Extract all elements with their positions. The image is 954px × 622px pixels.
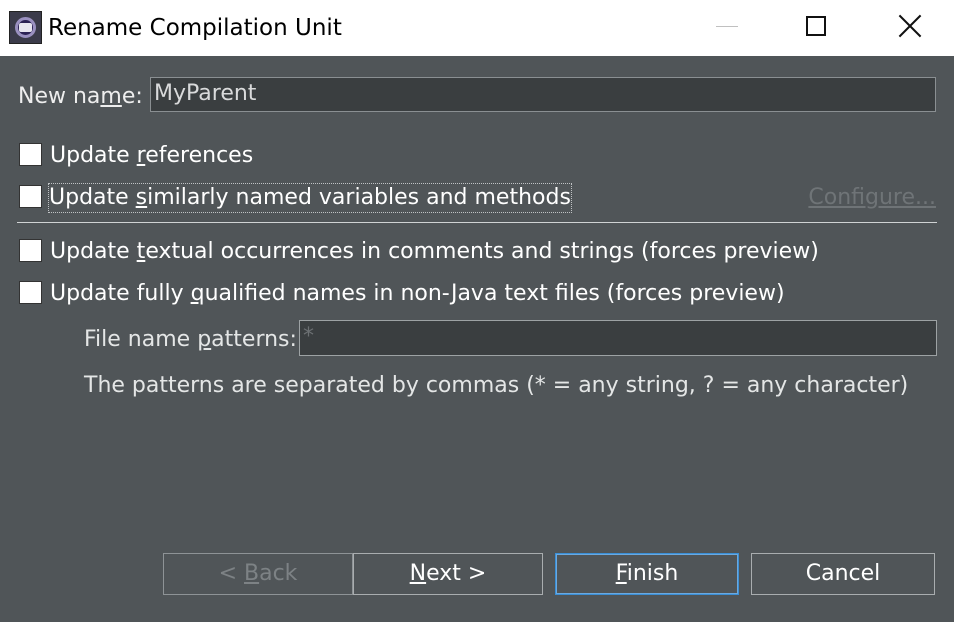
update-qualified-names-checkbox[interactable] (19, 281, 42, 304)
update-references-checkbox[interactable] (19, 143, 42, 166)
finish-button[interactable]: Finish (555, 553, 739, 595)
finish-button-post: inish (626, 561, 679, 586)
update-similar-names-label-post: imilarly named variables and methods (147, 185, 571, 210)
update-qualified-names-label-post: ualified names in non-Java text files (f… (204, 281, 785, 306)
update-similar-names-label-mnemonic: s (135, 185, 148, 210)
back-button[interactable]: < Back (163, 553, 353, 595)
update-references-label-mnemonic: r (136, 143, 146, 168)
back-button-pre: < (218, 561, 244, 586)
finish-button-mnemonic: F (615, 561, 627, 586)
title-bar: Rename Compilation Unit (0, 0, 954, 56)
file-name-patterns-label-mnemonic: p (197, 327, 212, 352)
update-qualified-names-label-mnemonic: q (190, 281, 205, 306)
eclipse-app-icon (9, 11, 42, 44)
back-button-mnemonic: B (244, 561, 260, 586)
file-name-patterns-label: File name patterns: (84, 326, 297, 354)
cancel-button[interactable]: Cancel (751, 553, 935, 595)
update-textual-occurrences-label[interactable]: Update textual occurrences in comments a… (50, 238, 819, 266)
eclipse-core (19, 23, 32, 32)
file-name-patterns-label-pre: File name (84, 327, 198, 352)
next-button-post: ext > (426, 561, 487, 586)
update-qualified-names-label-pre: Update fully (50, 281, 191, 306)
separator (17, 222, 937, 223)
window-title: Rename Compilation Unit (48, 15, 342, 41)
next-button[interactable]: Next > (353, 553, 543, 595)
file-name-patterns-label-post: atterns: (211, 327, 297, 352)
update-references-label-pre: Update (50, 143, 137, 168)
configure-link[interactable]: Configure... (808, 184, 936, 212)
update-textual-occurrences-label-pre: Update (50, 239, 137, 264)
new-name-label-mnemonic: m (100, 84, 122, 109)
next-button-mnemonic: N (409, 561, 427, 586)
patterns-hint: The patterns are separated by commas (* … (84, 373, 909, 398)
back-button-post: ack (259, 561, 298, 586)
update-references-label[interactable]: Update references (50, 142, 253, 170)
update-similar-names-checkbox[interactable] (19, 185, 42, 208)
new-name-label-pre: New na (18, 84, 101, 109)
update-similar-names-label-pre: Update (49, 185, 136, 210)
new-name-label: New name: (18, 83, 143, 111)
new-name-label-post: e: (121, 84, 143, 109)
update-textual-occurrences-checkbox[interactable] (19, 239, 42, 262)
update-textual-occurrences-label-post: extual occurrences in comments and strin… (145, 239, 819, 264)
update-references-label-post: eferences (145, 143, 254, 168)
new-name-input[interactable]: MyParent (150, 77, 936, 112)
update-similar-names-label[interactable]: Update similarly named variables and met… (48, 183, 572, 213)
maximize-icon[interactable] (806, 16, 826, 36)
update-qualified-names-label[interactable]: Update fully qualified names in non-Java… (50, 280, 785, 308)
minimize-icon[interactable] (716, 26, 738, 27)
close-icon[interactable] (896, 12, 924, 40)
file-name-patterns-input[interactable]: * (299, 320, 937, 356)
